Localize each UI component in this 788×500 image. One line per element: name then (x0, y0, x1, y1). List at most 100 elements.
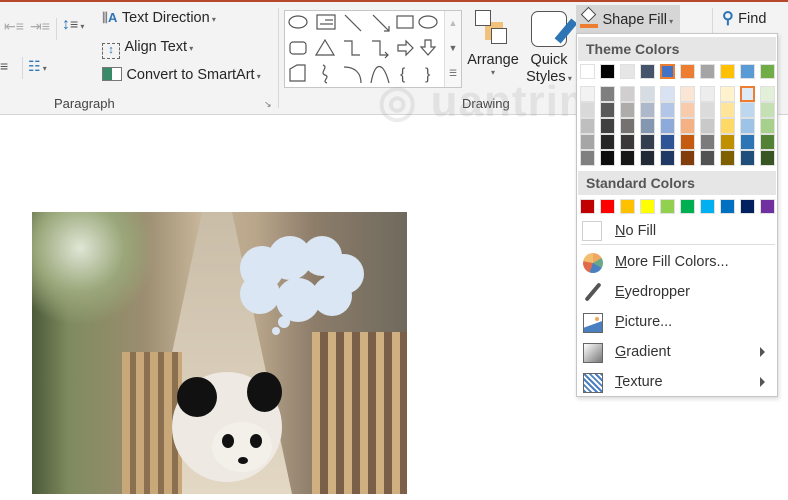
gradient-item[interactable]: Gradient (577, 339, 777, 367)
standard-color-swatch[interactable] (680, 199, 695, 214)
more-fill-colors-item[interactable]: More Fill Colors... (577, 249, 777, 277)
menu-separator (581, 244, 775, 245)
theme-shade-swatch[interactable] (580, 134, 595, 150)
paragraph-dialog-launcher-icon[interactable]: ↘ (264, 99, 272, 110)
theme-shade-swatch[interactable] (620, 86, 635, 102)
theme-shade-swatch[interactable] (580, 150, 595, 166)
theme-shade-swatch[interactable] (580, 86, 595, 102)
theme-shade-swatch[interactable] (700, 86, 715, 102)
text-box-shape-icon (316, 14, 336, 30)
theme-shade-swatch[interactable] (720, 118, 735, 134)
theme-shade-swatch[interactable] (620, 102, 635, 118)
theme-color-swatch[interactable] (720, 64, 735, 79)
cloud-callout-shape[interactable] (232, 234, 368, 336)
eyedropper-item[interactable]: Eyedropper (577, 279, 777, 307)
convert-to-smartart-button[interactable]: Convert to SmartArt ▾ (102, 66, 261, 90)
theme-shade-swatch[interactable] (700, 118, 715, 134)
texture-item[interactable]: Texture (577, 369, 777, 397)
down-arrow-shape-icon (419, 39, 437, 56)
theme-shade-swatch[interactable] (660, 118, 675, 134)
shape-fill-button[interactable]: Shape Fill ▾ (576, 5, 680, 33)
theme-color-swatch[interactable] (600, 64, 615, 79)
find-button[interactable]: ⚲ Find (722, 8, 766, 32)
theme-color-swatch[interactable] (680, 64, 695, 79)
elbow-arrow-shape-icon (372, 40, 389, 59)
theme-shade-swatch[interactable] (680, 86, 695, 102)
theme-shade-swatch[interactable] (580, 118, 595, 134)
standard-color-swatch[interactable] (760, 199, 775, 214)
theme-color-swatch[interactable] (580, 64, 595, 79)
triangle-shape-icon (314, 38, 336, 56)
standard-color-swatch[interactable] (600, 199, 615, 214)
theme-shade-swatch[interactable] (600, 86, 615, 102)
theme-shade-swatch[interactable] (640, 102, 655, 118)
standard-color-swatch[interactable] (580, 199, 595, 214)
theme-shade-swatch[interactable] (740, 102, 755, 118)
theme-shade-swatch[interactable] (740, 150, 755, 166)
theme-shade-swatch[interactable] (600, 102, 615, 118)
theme-shade-swatch[interactable] (680, 134, 695, 150)
theme-color-swatch[interactable] (620, 64, 635, 79)
theme-shade-swatch[interactable] (740, 118, 755, 134)
theme-shade-swatch[interactable] (760, 102, 775, 118)
standard-color-swatch[interactable] (660, 199, 675, 214)
theme-shade-swatch[interactable] (600, 150, 615, 166)
theme-shade-swatch[interactable] (660, 102, 675, 118)
theme-shade-swatch[interactable] (760, 150, 775, 166)
theme-shade-swatch[interactable] (720, 86, 735, 102)
theme-color-swatch[interactable] (760, 64, 775, 79)
increase-indent-icon[interactable]: ⇥≡ (30, 18, 52, 36)
standard-color-swatch[interactable] (740, 199, 755, 214)
theme-shade-swatch[interactable] (660, 134, 675, 150)
theme-shade-swatch[interactable] (640, 118, 655, 134)
theme-shade-swatch[interactable] (740, 86, 755, 102)
theme-shade-swatch[interactable] (620, 134, 635, 150)
text-direction-button[interactable]: ⫼A Text Direction ▾ (102, 9, 216, 33)
theme-shade-swatch[interactable] (680, 118, 695, 134)
theme-shade-swatch[interactable] (660, 86, 675, 102)
standard-color-swatch[interactable] (640, 199, 655, 214)
gallery-scroll-down[interactable]: ▼ (445, 36, 461, 61)
standard-color-swatch[interactable] (620, 199, 635, 214)
picture-icon (583, 313, 603, 333)
theme-shade-swatch[interactable] (580, 102, 595, 118)
align-text-icon: ↕ (102, 43, 120, 59)
standard-color-swatch[interactable] (700, 199, 715, 214)
theme-shade-swatch[interactable] (700, 150, 715, 166)
theme-shade-swatch[interactable] (600, 118, 615, 134)
theme-shade-swatch[interactable] (640, 86, 655, 102)
theme-shade-swatch[interactable] (600, 134, 615, 150)
theme-shade-swatch[interactable] (640, 150, 655, 166)
theme-shade-swatch[interactable] (660, 150, 675, 166)
theme-shade-swatch[interactable] (620, 150, 635, 166)
theme-color-swatch[interactable] (740, 64, 755, 79)
picture-item[interactable]: Picture... (577, 309, 777, 337)
columns-icon: ☷ (28, 58, 41, 74)
no-fill-swatch (582, 221, 602, 241)
gallery-scroll-up[interactable]: ▲ (445, 11, 461, 36)
decrease-indent-icon[interactable]: ⇤≡ (4, 18, 26, 36)
theme-shade-swatch[interactable] (680, 102, 695, 118)
columns-button[interactable]: ☷ ▾ (28, 58, 62, 78)
theme-shade-swatch[interactable] (760, 134, 775, 150)
theme-shade-swatch[interactable] (720, 150, 735, 166)
theme-color-swatch[interactable] (700, 64, 715, 79)
elbow-connector-shape-icon (344, 40, 360, 56)
theme-shade-swatch[interactable] (740, 134, 755, 150)
theme-shade-swatch[interactable] (700, 102, 715, 118)
theme-color-swatch[interactable] (660, 64, 675, 79)
theme-shade-swatch[interactable] (620, 118, 635, 134)
no-fill-item[interactable]: No Fill (577, 218, 777, 246)
theme-shade-swatch[interactable] (700, 134, 715, 150)
line-spacing-button[interactable]: ↕≡ ▾ (62, 16, 96, 38)
theme-shade-swatch[interactable] (640, 134, 655, 150)
theme-color-swatch[interactable] (640, 64, 655, 79)
theme-shade-swatch[interactable] (680, 150, 695, 166)
theme-shade-swatch[interactable] (760, 86, 775, 102)
align-text-button[interactable]: ↕ Align Text ▾ (102, 38, 193, 62)
justify-icon[interactable]: ≡ (0, 58, 8, 74)
theme-shade-swatch[interactable] (760, 118, 775, 134)
theme-shade-swatch[interactable] (720, 102, 735, 118)
standard-color-swatch[interactable] (720, 199, 735, 214)
theme-shade-swatch[interactable] (720, 134, 735, 150)
